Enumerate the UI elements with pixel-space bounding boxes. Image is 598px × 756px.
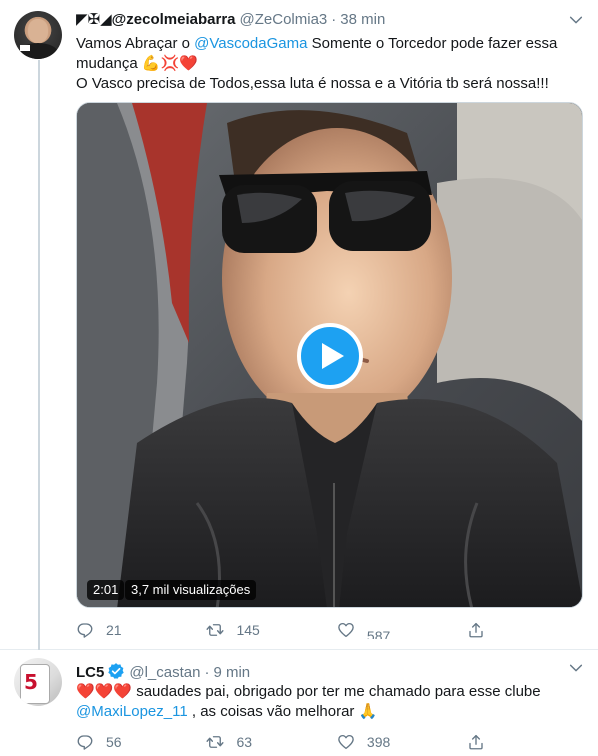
pray-emoji: 🙏 [358, 703, 378, 720]
tweet-text-part: saudades pai, obrigado por ter me chamad… [132, 683, 541, 700]
retweet-button[interactable]: 145 [206, 619, 336, 641]
mention-link[interactable]: @MaxiLopez_11 [76, 703, 188, 720]
avatar[interactable] [14, 11, 62, 59]
video-duration-badge: 2:01 [87, 580, 125, 600]
avatar-jersey-number: 5 [24, 670, 38, 694]
avatar-crest [20, 45, 30, 51]
author-handle[interactable]: @l_castan [129, 664, 200, 681]
thread-connector-line [38, 60, 40, 650]
author-name[interactable]: LC5 [76, 664, 104, 681]
tweet-actions: 21 145 587 [76, 619, 506, 641]
share-button[interactable] [467, 731, 506, 753]
author-name[interactable]: @zecolmeiabarra [112, 11, 236, 28]
like-button[interactable]: 587 [337, 619, 467, 641]
tweet-text-line: O Vasco precisa de Todos,essa luta é nos… [76, 75, 549, 92]
tweet-1[interactable]: ◤✠◢ @zecolmeiabarra @ZeColmia3 · 38 min … [0, 0, 598, 650]
like-count: 398 [366, 734, 391, 750]
reply-button[interactable]: 21 [76, 619, 206, 641]
emoji-group: 💪💢❤️ [141, 55, 198, 72]
heart-icon [338, 622, 354, 638]
tweet-actions: 56 63 398 [76, 731, 506, 753]
chevron-down-icon[interactable] [568, 660, 584, 676]
reply-icon [77, 623, 93, 638]
tweet-timestamp[interactable]: 9 min [213, 664, 250, 681]
mention-link[interactable]: @VascodaGama [194, 35, 307, 52]
chevron-down-icon[interactable] [568, 12, 584, 28]
retweet-button[interactable]: 63 [206, 731, 336, 753]
play-icon [322, 343, 344, 369]
tweet-text-part: Vamos Abraçar o [76, 35, 195, 52]
separator-dot: · [331, 11, 337, 28]
separator-dot: · [204, 664, 210, 681]
verified-badge-icon [108, 663, 125, 679]
share-icon [469, 622, 484, 638]
tweet-text: Vamos Abraçar o @VascodaGama Somente o T… [76, 34, 584, 94]
retweet-count: 145 [236, 622, 260, 638]
author-handle[interactable]: @ZeColmia3 [240, 11, 328, 28]
tweet-header: LC5 @l_castan · 9 min [76, 659, 250, 681]
author-badges[interactable]: ◤✠◢ [76, 10, 112, 28]
video-views-badge: 3,7 mil visualizações [125, 580, 257, 600]
tweet-text: ❤️❤️❤️ saudades pai, obrigado por ter me… [76, 682, 584, 722]
video-player[interactable]: 2:01 3,7 mil visualizações [76, 102, 583, 608]
retweet-count: 63 [236, 734, 253, 750]
avatar-face [28, 19, 48, 43]
share-icon [469, 734, 484, 750]
play-button[interactable] [297, 323, 363, 389]
avatar[interactable]: 5 [14, 658, 62, 706]
reply-button[interactable]: 56 [76, 731, 206, 753]
reply-count: 56 [106, 734, 122, 750]
retweet-icon [206, 624, 225, 636]
like-count: 587 [366, 628, 391, 639]
heart-icon [338, 734, 354, 750]
retweet-icon [206, 736, 225, 748]
tweet-header: ◤✠◢ @zecolmeiabarra @ZeColmia3 · 38 min [76, 10, 385, 28]
reply-count: 21 [106, 622, 122, 638]
tweet-text-part: , as coisas vão melhorar [187, 703, 359, 720]
share-button[interactable] [467, 619, 506, 641]
tweet-timestamp[interactable]: 38 min [340, 11, 385, 28]
reply-icon [77, 735, 93, 750]
heart-emojis: ❤️❤️❤️ [76, 683, 133, 700]
like-button[interactable]: 398 [337, 731, 467, 753]
